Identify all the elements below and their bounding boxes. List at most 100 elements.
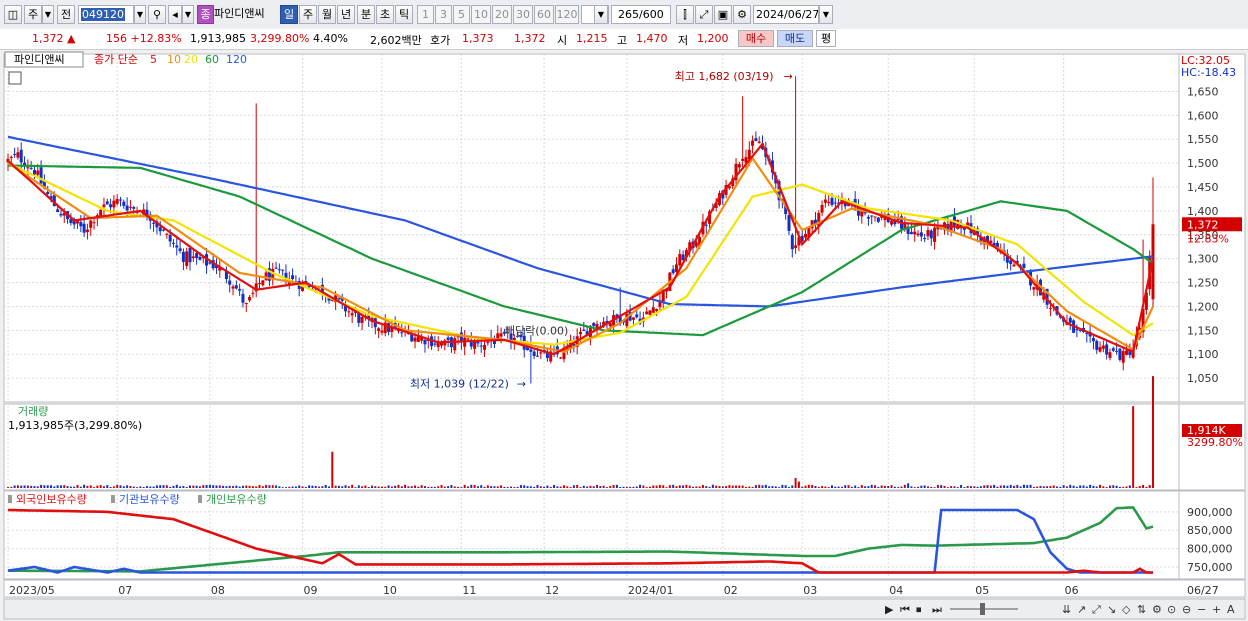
volume-bar bbox=[466, 486, 469, 488]
period-select[interactable]: 주 bbox=[24, 5, 42, 24]
tab-day[interactable]: 일 bbox=[280, 5, 298, 24]
candle-body bbox=[751, 140, 755, 146]
volume-bar bbox=[169, 486, 172, 488]
code-input[interactable]: 049120 bbox=[78, 5, 134, 24]
legend-stock-name: 파인디앤씨 bbox=[14, 53, 65, 66]
compare-icon[interactable]: ⤢ bbox=[695, 5, 713, 24]
tab-week[interactable]: 주 bbox=[299, 5, 317, 24]
count-input[interactable]: 265/600 bbox=[611, 5, 671, 24]
volume-bar bbox=[380, 486, 383, 488]
volume-bar bbox=[83, 484, 86, 488]
volume-bar bbox=[844, 485, 847, 488]
gear-icon[interactable]: ⚙ bbox=[733, 5, 751, 24]
volume-bar bbox=[1039, 485, 1042, 488]
tab-tick[interactable]: 틱 bbox=[395, 5, 413, 24]
volume-bar bbox=[238, 486, 241, 488]
interval-1[interactable]: 1 bbox=[417, 5, 434, 24]
volume-bar bbox=[1099, 484, 1102, 488]
save-icon[interactable]: ▣ bbox=[714, 5, 732, 24]
volume-bar bbox=[887, 486, 890, 488]
volume-bar bbox=[519, 485, 522, 488]
candle-type-icon[interactable]: ⫿ bbox=[676, 5, 694, 24]
current-price: 1,372 ▲ bbox=[32, 32, 75, 45]
interval-10[interactable]: 10 bbox=[471, 5, 491, 24]
interval-1-label: 1 bbox=[422, 8, 429, 21]
volume-bar bbox=[672, 484, 675, 488]
interval-3-label: 3 bbox=[440, 8, 447, 21]
volume-bar bbox=[692, 486, 695, 488]
candle-body bbox=[913, 231, 917, 235]
candle-body bbox=[1012, 264, 1016, 267]
interval-20[interactable]: 20 bbox=[492, 5, 512, 24]
candle-body bbox=[105, 201, 109, 205]
volume-bar bbox=[718, 486, 721, 488]
interval-30[interactable]: 30 bbox=[513, 5, 533, 24]
candle-body bbox=[827, 201, 831, 204]
candle-body bbox=[89, 220, 93, 228]
candle-body bbox=[671, 269, 675, 274]
chart-tool-icon: ⇅ bbox=[1137, 603, 1146, 616]
date-dropdown[interactable]: ▼ bbox=[819, 5, 833, 24]
volume-bar bbox=[1082, 485, 1085, 488]
speaker-icon[interactable]: ◂ bbox=[168, 5, 182, 24]
tab-second[interactable]: 초 bbox=[376, 5, 394, 24]
volume-bar bbox=[222, 485, 225, 488]
chart-area[interactable]: 1,0501,1001,1501,2001,2501,3001,3501,400… bbox=[0, 50, 1248, 621]
volume-bar bbox=[655, 485, 658, 488]
eval-button[interactable]: 평 bbox=[816, 30, 836, 47]
buy-button[interactable]: 매수 bbox=[738, 30, 774, 47]
volume-bar bbox=[761, 485, 764, 488]
interval-5[interactable]: 5 bbox=[453, 5, 470, 24]
interval-60[interactable]: 60 bbox=[534, 5, 554, 24]
volume-bar bbox=[890, 485, 893, 488]
interval-3[interactable]: 3 bbox=[435, 5, 452, 24]
volume-bar bbox=[298, 485, 301, 488]
volume-bar bbox=[940, 485, 943, 488]
volume-bar bbox=[93, 487, 96, 488]
volume-bar bbox=[599, 486, 602, 488]
period-dropdown[interactable]: ▼ bbox=[42, 5, 54, 24]
volume-bar bbox=[979, 486, 982, 488]
speaker-dropdown[interactable]: ▼ bbox=[182, 5, 194, 24]
tab-year-label: 년 bbox=[340, 8, 352, 21]
candle-body bbox=[532, 351, 536, 356]
min-annotation: 최저 1,039 (12/22) bbox=[410, 377, 509, 390]
volume-bar bbox=[179, 486, 182, 488]
window-menu-icon[interactable]: ◫ bbox=[4, 5, 22, 24]
tab-minute[interactable]: 분 bbox=[357, 5, 375, 24]
volume-bar bbox=[893, 486, 896, 488]
x-tick-label: 08 bbox=[211, 584, 225, 597]
x-tick-label: 05 bbox=[975, 584, 989, 597]
tab-year[interactable]: 년 bbox=[337, 5, 355, 24]
volume-bar bbox=[682, 485, 685, 488]
custom-interval-dropdown[interactable]: ▼ bbox=[594, 5, 608, 24]
candle-body bbox=[933, 227, 937, 242]
volume-bar bbox=[63, 485, 66, 488]
volume-bar bbox=[232, 486, 235, 488]
volume-bar bbox=[102, 486, 105, 488]
volume-bar bbox=[698, 486, 701, 488]
volume-bar bbox=[897, 486, 900, 488]
volume-bar bbox=[208, 484, 211, 488]
volume-bar bbox=[629, 486, 632, 488]
volume-bar bbox=[36, 486, 39, 488]
volume-bar bbox=[936, 484, 939, 488]
volume: 1,913,985 bbox=[190, 32, 246, 45]
search-icon[interactable]: ⚲ bbox=[148, 5, 166, 24]
volume-bar bbox=[645, 487, 648, 488]
volume-bar bbox=[1075, 486, 1078, 488]
sell-button[interactable]: 매도 bbox=[777, 30, 813, 47]
volume-bar bbox=[96, 485, 99, 488]
volume-bar bbox=[1079, 485, 1082, 488]
volume-bar bbox=[821, 486, 824, 488]
candle-body bbox=[635, 314, 639, 318]
candle-body bbox=[99, 209, 103, 216]
prev-button[interactable]: 전 bbox=[57, 5, 75, 24]
code-dropdown[interactable]: ▼ bbox=[134, 5, 146, 24]
volume-bar bbox=[735, 485, 738, 488]
interval-120[interactable]: 120 bbox=[555, 5, 579, 24]
candle-body bbox=[109, 204, 113, 208]
date-input[interactable]: 2024/06/27 bbox=[753, 5, 819, 24]
tab-month[interactable]: 월 bbox=[318, 5, 336, 24]
volume-bar bbox=[371, 485, 374, 488]
